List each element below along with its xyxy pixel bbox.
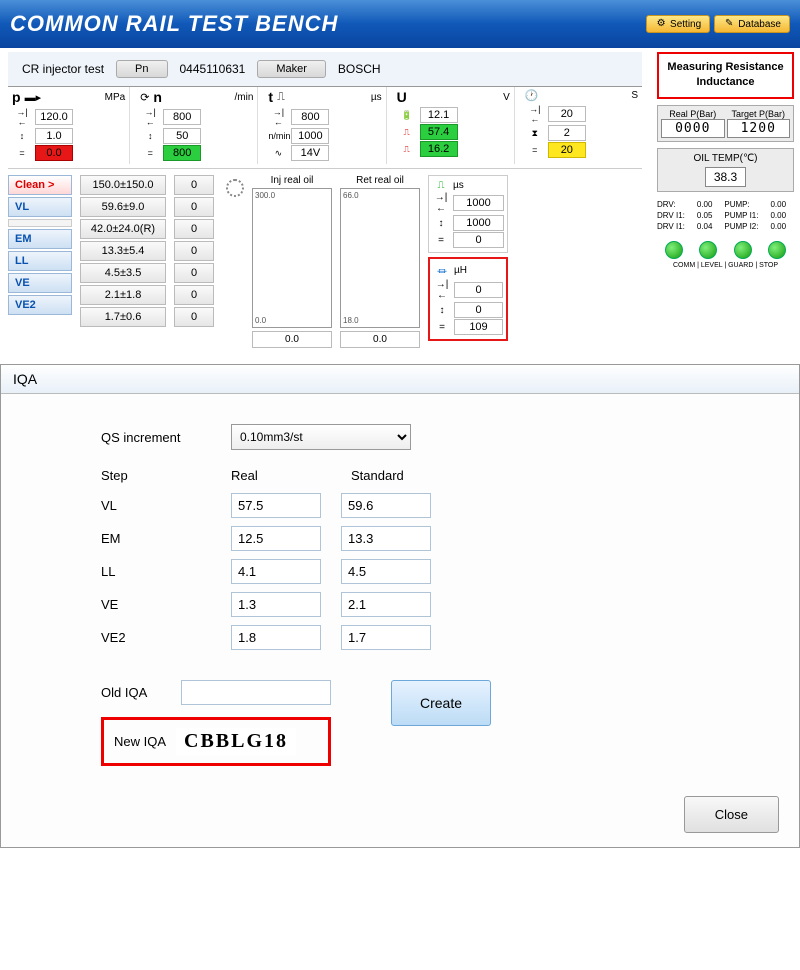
pulse-icon: ⎍ [277,91,285,104]
step-tab-em[interactable]: EM [8,229,72,249]
step-zero: 0 [174,263,214,283]
micro-uh-block: ⏛µH →|←0 ↕0 =109 [428,257,508,341]
gauge-pressure: p▬▸MPa →|←120.0 ↕1.0 =0.0 [8,87,130,164]
iqa-step-name: EM [101,531,211,546]
target-icon: →|← [12,107,32,127]
step-tab-blank[interactable] [8,219,72,227]
maker-value: BOSCH [338,62,381,76]
injector-icon: ▬▸ [25,91,42,104]
info-bar: CR injector test Pn 0445110631 Maker BOS… [8,52,642,87]
iqa-real-input[interactable] [231,493,321,518]
led-level [699,241,717,259]
iqa-real-input[interactable] [231,526,321,551]
iqa-std-input[interactable] [341,592,431,617]
step-tab-clean[interactable]: Clean > [8,175,72,195]
step-zero: 0 [174,197,214,217]
new-iqa-box: New IQA CBBLG18 [101,717,331,766]
step-val: 2.1±1.8 [80,285,166,305]
step-zero: 0 [174,307,214,327]
gear-icon: ⚙ [655,18,667,30]
iqa-step-row: VE2 [101,625,739,650]
equals-icon: = [12,148,32,158]
pencil-icon: ✎ [723,18,735,30]
step-val: 1.7±0.6 [80,307,166,327]
iqa-step-name: VL [101,498,211,513]
oil-temp-box: OIL TEMP(℃) 38.3 [657,148,794,192]
iqa-std-input[interactable] [341,493,431,518]
ret-oil-column: Ret real oil 66.018.0 0.0 [340,175,420,348]
qs-select[interactable]: 0.10mm3/st [231,424,411,450]
create-button[interactable]: Create [391,680,491,726]
old-iqa-label: Old IQA [101,685,171,700]
iqa-step-name: VE2 [101,630,211,645]
qs-label: QS increment [101,430,211,445]
old-iqa-input[interactable] [181,680,331,705]
step-zero: 0 [174,285,214,305]
step-tab-vl[interactable]: VL [8,197,72,217]
step-tab-ve2[interactable]: VE2 [8,295,72,315]
app-title: COMMON RAIL TEST BENCH [10,11,338,37]
pn-button[interactable]: Pn [116,60,167,78]
iqa-step-row: LL [101,559,739,584]
iqa-step-name: VE [101,597,211,612]
step-val: 150.0±150.0 [80,175,166,195]
led-stop [768,241,786,259]
gauge-time: t⎍µs →|←800 n/min1000 ∿14V [264,87,386,164]
step-val: 42.0±24.0(R) [80,219,166,239]
gauge-seconds: 🕐S →|←20 ⧗2 =20 [521,87,642,164]
step-val: 13.3±5.4 [80,241,166,261]
callout-box: Measuring Resistance Inductance [657,52,794,99]
step-zero: 0 [174,175,214,195]
step-val: 4.5±3.5 [80,263,166,283]
step-tab-ll[interactable]: LL [8,251,72,271]
test-mode-label: CR injector test [22,62,104,76]
close-button[interactable]: Close [684,796,779,833]
step-zero: 0 [174,241,214,261]
spinner-icon [226,179,244,197]
step-val: 59.6±9.0 [80,197,166,217]
iqa-real-input[interactable] [231,592,321,617]
boost-icon: ⎍ [397,127,417,138]
setting-button[interactable]: ⚙Setting [646,15,710,33]
iqa-step-row: VE [101,592,739,617]
range-icon: ↕ [12,131,32,141]
iqa-real-input[interactable] [231,559,321,584]
hourglass-icon: ⧗ [525,128,545,139]
gauge-rpm: ⟳n/min →|←800 ↕50 =800 [136,87,258,164]
rpm-icon: ⟳ [140,91,149,104]
battery-icon: 🔋 [397,110,417,121]
micro-us-block: ⎍µs →|←1000 ↕1000 =0 [428,175,508,253]
led-row [657,241,794,259]
iqa-std-input[interactable] [341,625,431,650]
new-iqa-label: New IQA [114,734,166,749]
iqa-step-row: VL [101,493,739,518]
app-header: COMMON RAIL TEST BENCH ⚙Setting ✎Databas… [0,0,800,48]
wave-icon: ∿ [268,148,288,159]
iqa-step-name: LL [101,564,211,579]
iqa-dialog: IQA QS increment 0.10mm3/st Step Real St… [0,364,800,848]
pn-value: 0445110631 [180,62,246,76]
database-button[interactable]: ✎Database [714,15,790,33]
step-tab-ve[interactable]: VE [8,273,72,293]
step-zero: 0 [174,219,214,239]
led-comm [665,241,683,259]
stat-grid: DRV:0.00PUMP:0.00 DRV I1:0.05PUMP I1:0.0… [657,200,794,231]
iqa-std-input[interactable] [341,526,431,551]
inj-oil-column: Inj real oil 300.00.0 0.0 [252,175,332,348]
maker-button[interactable]: Maker [257,60,326,78]
pulse-icon: ⎍ [432,180,450,191]
clock-icon: 🕐 [525,89,539,102]
new-iqa-code: CBBLG18 [176,728,296,755]
boost2-icon: ⎍ [397,144,417,155]
gauge-voltage: UV 🔋12.1 ⎍57.4 ⎍16.2 [393,87,515,164]
iqa-step-row: EM [101,526,739,551]
iqa-real-input[interactable] [231,625,321,650]
inductor-icon: ⏛ [433,263,451,278]
pressure-readout: Real P(Bar)Target P(Bar) 00001200 [657,105,794,142]
iqa-title: IQA [1,365,799,394]
iqa-std-input[interactable] [341,559,431,584]
led-guard [734,241,752,259]
gauge-row: p▬▸MPa →|←120.0 ↕1.0 =0.0 ⟳n/min →|←800 … [8,87,642,169]
